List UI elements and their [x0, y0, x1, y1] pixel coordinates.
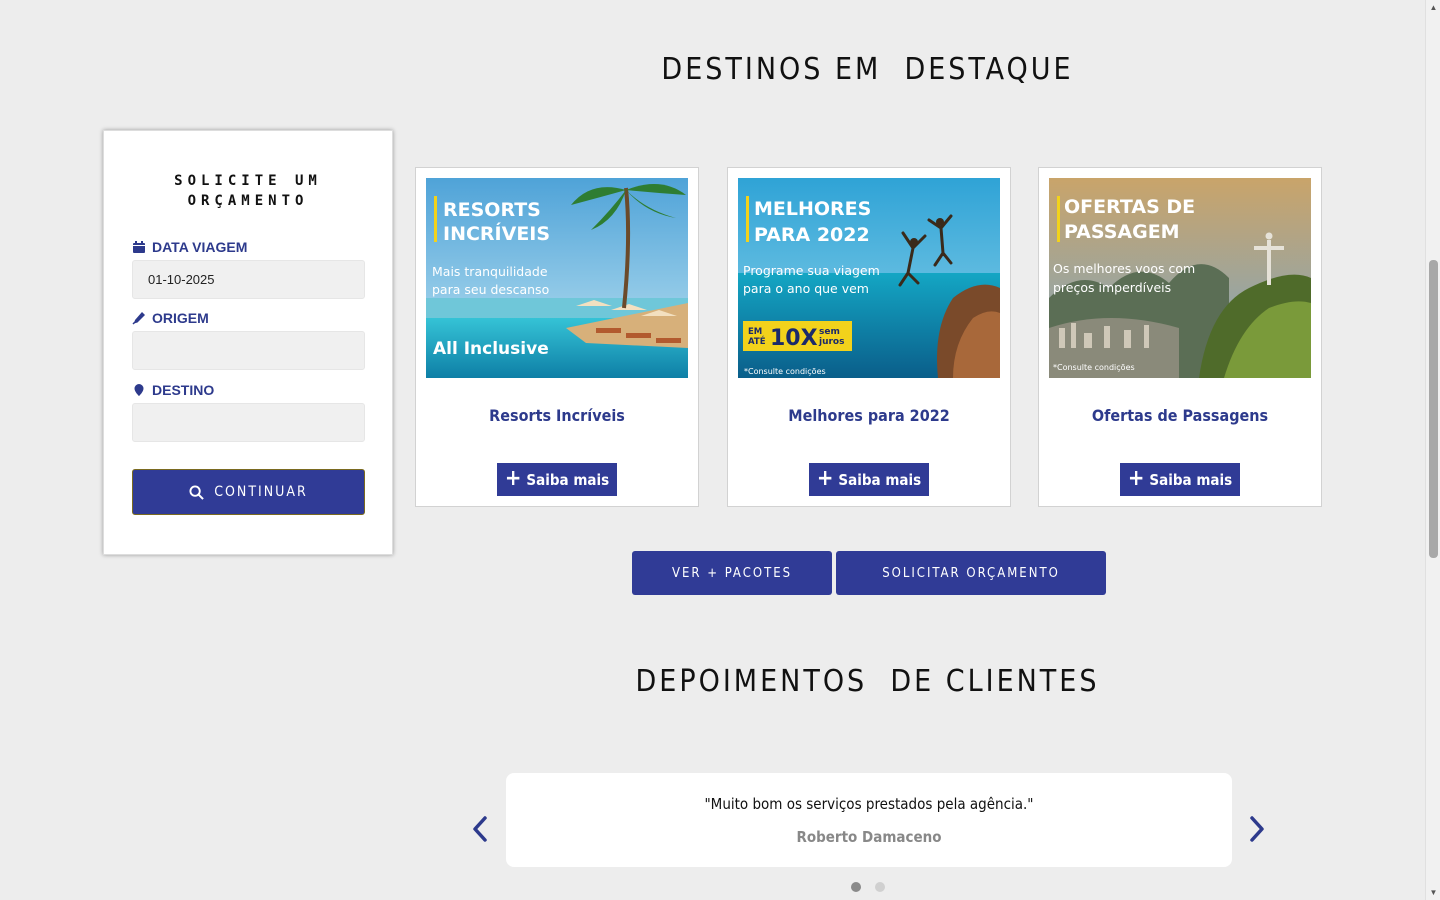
scroll-down-icon[interactable]: ▼: [1426, 885, 1440, 900]
scroll-up-icon[interactable]: ▲: [1426, 0, 1440, 15]
origin-label-text: ORIGEM: [152, 310, 209, 326]
carousel-dot-2[interactable]: [875, 882, 885, 892]
origin-label: ORIGEM: [132, 310, 209, 326]
image-note: *Consulte condições: [1053, 363, 1135, 372]
card-title: Resorts Incríveis: [489, 406, 625, 425]
image-sub-2: para o ano que vem: [743, 281, 869, 296]
origin-input[interactable]: [132, 331, 365, 370]
image-sub-1: Mais tranquilidade: [432, 264, 548, 279]
date-input[interactable]: [132, 260, 365, 299]
card-title: Ofertas de Passagens: [1091, 406, 1269, 425]
date-label: DATA VIAGEM: [132, 239, 247, 255]
chevron-left-icon: [473, 816, 487, 842]
testimonial-author: Roberto Damaceno: [796, 828, 942, 846]
destination-card-2022: MELHORES PARA 2022 Programe sua viagem p…: [727, 167, 1011, 507]
image-badge: All Inclusive: [433, 339, 549, 359]
carousel-prev-button[interactable]: [470, 814, 490, 844]
image-sub-1: Os melhores voos com: [1053, 261, 1195, 276]
card-image-2022[interactable]: MELHORES PARA 2022 Programe sua viagem p…: [738, 178, 1000, 378]
image-heading-1: RESORTS: [443, 199, 541, 221]
image-note: *Consulte condições: [744, 367, 826, 376]
image-heading-1: OFERTAS DE: [1064, 196, 1195, 218]
chevron-right-icon: [1250, 816, 1264, 842]
ver-pacotes-button[interactable]: VER + PACOTES: [632, 551, 832, 595]
saiba-mais-button[interactable]: + Saiba mais: [809, 463, 929, 496]
calendar-icon: [133, 241, 145, 253]
image-badge-small-1: EM: [748, 327, 762, 337]
continue-button[interactable]: CONTINUAR: [132, 469, 365, 515]
section-title-destinos: DESTINOS EM DESTAQUE: [661, 52, 1074, 87]
destination-card-resorts: RESORTS INCRÍVEIS Mais tranquilidade par…: [415, 167, 699, 507]
image-badge-small-2: ATÉ: [748, 335, 766, 347]
continue-button-label: CONTINUAR: [214, 484, 308, 500]
saiba-mais-label: Saiba mais: [526, 470, 610, 489]
image-sub-1: Programe sua viagem: [743, 263, 880, 278]
testimonial-text: "Muito bom os serviços prestados pela ag…: [704, 795, 1034, 813]
image-sub-2: preços imperdíveis: [1053, 280, 1171, 295]
image-badge: 10X: [770, 326, 818, 351]
search-icon: [189, 484, 205, 500]
saiba-mais-button[interactable]: + Saiba mais: [1120, 463, 1240, 496]
quote-form-title: SOLICITE UM ORÇAMENTO: [104, 171, 392, 211]
quote-form: SOLICITE UM ORÇAMENTO DATA VIAGEM ORIGEM…: [103, 130, 393, 555]
image-heading-2: PARA 2022: [754, 224, 870, 246]
carousel-next-button[interactable]: [1247, 814, 1267, 844]
card-title: Melhores para 2022: [788, 406, 950, 425]
destination-label-text: DESTINO: [152, 382, 215, 398]
destination-card-passagens: OFERTAS DE PASSAGEM Os melhores voos com…: [1038, 167, 1322, 507]
image-badge-tail-2: juros: [818, 337, 844, 347]
testimonial-card: "Muito bom os serviços prestados pela ag…: [506, 773, 1232, 867]
image-heading-1: MELHORES: [754, 198, 871, 220]
image-heading-2: PASSAGEM: [1064, 221, 1180, 243]
scroll-thumb[interactable]: [1429, 260, 1438, 558]
date-label-text: DATA VIAGEM: [152, 239, 248, 255]
map-pin-icon: [134, 384, 144, 396]
image-badge-tail-1: sem: [819, 327, 840, 337]
quote-title-line2: ORÇAMENTO: [187, 193, 309, 209]
solicitar-orcamento-button[interactable]: SOLICITAR ORÇAMENTO: [836, 551, 1106, 595]
quote-title-line1: SOLICITE UM: [174, 173, 322, 189]
destination-label: DESTINO: [132, 382, 214, 398]
card-image-resorts[interactable]: RESORTS INCRÍVEIS Mais tranquilidade par…: [426, 178, 688, 378]
plus-icon: +: [1127, 465, 1145, 491]
plus-icon: +: [504, 465, 522, 491]
saiba-mais-label: Saiba mais: [838, 470, 922, 489]
destination-input[interactable]: [132, 403, 365, 442]
plus-icon: +: [816, 465, 834, 491]
pencil-icon: [132, 312, 145, 325]
carousel-dot-1[interactable]: [851, 882, 861, 892]
section-title-depoimentos: DEPOIMENTOS DE CLIENTES: [635, 664, 1100, 699]
image-heading-2: INCRÍVEIS: [443, 222, 550, 245]
saiba-mais-button[interactable]: + Saiba mais: [497, 463, 617, 496]
page-scrollbar[interactable]: ▲ ▼: [1425, 0, 1440, 900]
card-image-passagens[interactable]: OFERTAS DE PASSAGEM Os melhores voos com…: [1049, 178, 1311, 378]
saiba-mais-label: Saiba mais: [1149, 470, 1233, 489]
carousel-dots: [851, 882, 885, 892]
image-sub-2: para seu descanso: [432, 282, 549, 297]
